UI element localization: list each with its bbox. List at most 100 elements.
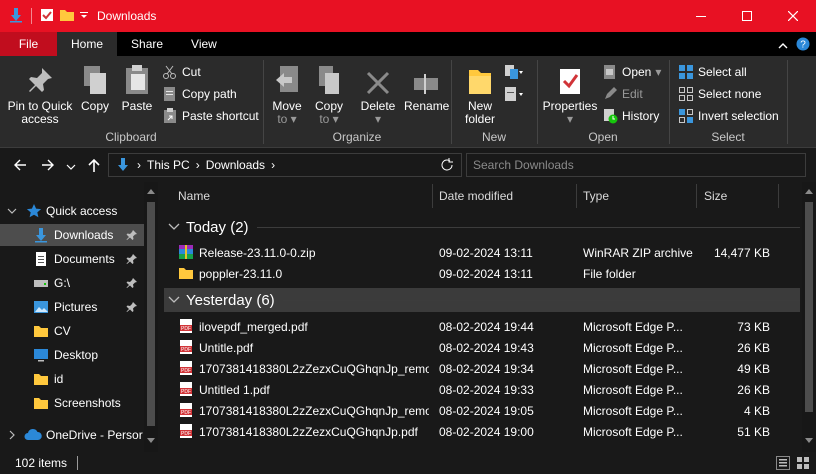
file-type: Microsoft Edge P... xyxy=(583,383,683,397)
file-date: 08-02-2024 19:05 xyxy=(439,404,534,418)
sidebar-item-cv[interactable]: CV xyxy=(0,320,144,342)
sidebar-item-g-drive[interactable]: G:\ xyxy=(0,272,144,294)
scrollbar-thumb[interactable] xyxy=(805,202,813,412)
large-icons-view-icon[interactable] xyxy=(796,456,810,473)
sidebar-item-screenshots[interactable]: Screenshots xyxy=(0,392,144,414)
sidebar-item-onedrive[interactable]: OneDrive - Persor xyxy=(0,424,144,446)
paste-button[interactable]: Paste xyxy=(118,62,156,113)
file-row[interactable]: Release-23.11.0-0.zip 09-02-2024 13:11 W… xyxy=(158,242,802,263)
file-row[interactable]: PDF 1707381418380L2zZezxCuQGhqnJp.pdf 08… xyxy=(158,421,802,442)
column-header-name[interactable]: Name xyxy=(178,182,210,210)
properties-button[interactable]: Properties ▾ xyxy=(542,62,598,126)
chevron-right-icon[interactable] xyxy=(7,429,17,443)
pdf-icon: PDF xyxy=(178,381,194,400)
column-divider[interactable] xyxy=(778,184,779,208)
delete-button[interactable]: Delete ▾ xyxy=(360,62,396,126)
sidebar-item-pictures[interactable]: Pictures xyxy=(0,296,144,318)
minimize-button[interactable] xyxy=(678,0,724,32)
select-none-icon xyxy=(679,87,693,101)
easy-access-button[interactable] xyxy=(504,86,524,102)
select-none-button[interactable]: Select none xyxy=(678,86,761,102)
column-divider[interactable] xyxy=(696,184,697,208)
up-button[interactable] xyxy=(86,157,102,176)
address-bar[interactable]: › This PC › Downloads › xyxy=(108,153,462,177)
scrollbar-thumb[interactable] xyxy=(147,202,155,426)
nav-scrollbar[interactable] xyxy=(144,182,158,452)
sidebar-item-downloads[interactable]: Downloads xyxy=(0,224,144,246)
select-all-button[interactable]: Select all xyxy=(678,64,747,80)
search-box[interactable]: Search Downloads xyxy=(466,153,806,177)
title-bar: Downloads xyxy=(0,0,816,32)
chevron-down-icon[interactable] xyxy=(7,205,17,219)
invert-selection-button[interactable]: Invert selection xyxy=(678,108,779,124)
column-divider[interactable] xyxy=(432,184,433,208)
refresh-button[interactable] xyxy=(440,158,454,175)
file-row[interactable]: poppler-23.11.0 09-02-2024 13:11 File fo… xyxy=(158,263,802,284)
desktop-icon xyxy=(33,347,49,366)
tab-home[interactable]: Home xyxy=(57,32,118,56)
recent-locations-button[interactable] xyxy=(66,160,76,174)
customize-quick-access-icon[interactable] xyxy=(79,7,89,26)
file-row[interactable]: PDF 1707381418380L2zZezxCuQGhqnJp_remo..… xyxy=(158,358,802,379)
move-to-button[interactable]: Move to ▾ xyxy=(270,62,304,126)
help-icon[interactable]: ? xyxy=(796,37,810,54)
column-divider[interactable] xyxy=(576,184,577,208)
close-button[interactable] xyxy=(770,0,816,32)
quick-access-item[interactable]: Quick access xyxy=(0,200,144,222)
column-header-date[interactable]: Date modified xyxy=(439,182,513,210)
group-label: New xyxy=(481,130,506,144)
copy-button[interactable]: Copy xyxy=(78,62,112,113)
file-size: 73 KB xyxy=(737,320,770,334)
back-button[interactable] xyxy=(12,157,28,176)
sidebar-item-desktop[interactable]: Desktop xyxy=(0,344,144,366)
copy-path-button[interactable]: Copy path xyxy=(162,86,237,102)
copy-to-button[interactable]: Copy to ▾ xyxy=(312,62,346,126)
new-folder-quick-icon[interactable] xyxy=(59,7,75,26)
column-header-size[interactable]: Size xyxy=(704,182,727,210)
file-row[interactable]: PDF ilovepdf_merged.pdf 08-02-2024 19:44… xyxy=(158,316,802,337)
file-list-scrollbar[interactable] xyxy=(802,182,816,452)
breadcrumb-downloads[interactable]: Downloads xyxy=(206,158,265,172)
file-row[interactable]: PDF Untitled 1.pdf 08-02-2024 19:33 Micr… xyxy=(158,379,802,400)
tab-file[interactable]: File xyxy=(0,32,57,56)
sidebar-item-documents[interactable]: Documents xyxy=(0,248,144,270)
file-name: poppler-23.11.0 xyxy=(199,267,283,281)
quick-access-label: Quick access xyxy=(46,204,118,218)
file-size: 4 KB xyxy=(743,404,770,418)
tab-share[interactable]: Share xyxy=(117,32,177,56)
file-date: 08-02-2024 19:00 xyxy=(439,425,534,439)
pin-icon xyxy=(126,229,138,244)
new-item-button[interactable] xyxy=(504,64,524,80)
paste-shortcut-button[interactable]: Paste shortcut xyxy=(162,108,259,124)
forward-button[interactable] xyxy=(40,157,56,176)
properties-quick-icon[interactable] xyxy=(39,7,55,26)
breadcrumb-this-pc[interactable]: This PC xyxy=(147,158,190,172)
sidebar-item-id[interactable]: id xyxy=(0,368,144,390)
item-count: 102 items xyxy=(15,456,68,470)
edit-button[interactable]: Edit xyxy=(602,86,643,102)
document-icon xyxy=(33,251,49,270)
pin-to-quick-access-button[interactable]: Pin to Quick access xyxy=(4,62,76,126)
new-folder-button[interactable]: New folder xyxy=(458,62,502,126)
pin-icon xyxy=(29,68,52,92)
file-row[interactable]: PDF 1707381418380L2zZezxCuQGhqnJp_remo..… xyxy=(158,400,802,421)
collapse-ribbon-icon[interactable] xyxy=(778,39,788,53)
file-row[interactable]: PDF Untitle.pdf 08-02-2024 19:43 Microso… xyxy=(158,337,802,358)
cut-button[interactable]: Cut xyxy=(162,64,201,80)
history-button[interactable]: History xyxy=(602,108,659,124)
search-input[interactable]: Search Downloads xyxy=(473,158,574,172)
pdf-icon: PDF xyxy=(178,402,194,421)
rename-button[interactable]: Rename xyxy=(404,62,449,113)
folder-icon xyxy=(33,323,49,342)
group-header-yesterday[interactable]: Yesterday (6) xyxy=(164,288,800,312)
column-header-type[interactable]: Type xyxy=(583,182,609,210)
group-header-today[interactable]: Today (2) xyxy=(164,215,800,239)
details-view-icon[interactable] xyxy=(776,456,790,473)
tab-view[interactable]: View xyxy=(177,32,231,56)
open-button[interactable]: Open ▾ xyxy=(602,64,661,80)
maximize-button[interactable] xyxy=(724,0,770,32)
up-arrow-icon xyxy=(88,158,100,172)
separator xyxy=(31,8,32,24)
sidebar-item-label: Pictures xyxy=(54,300,98,314)
copy-path-icon xyxy=(164,87,175,101)
